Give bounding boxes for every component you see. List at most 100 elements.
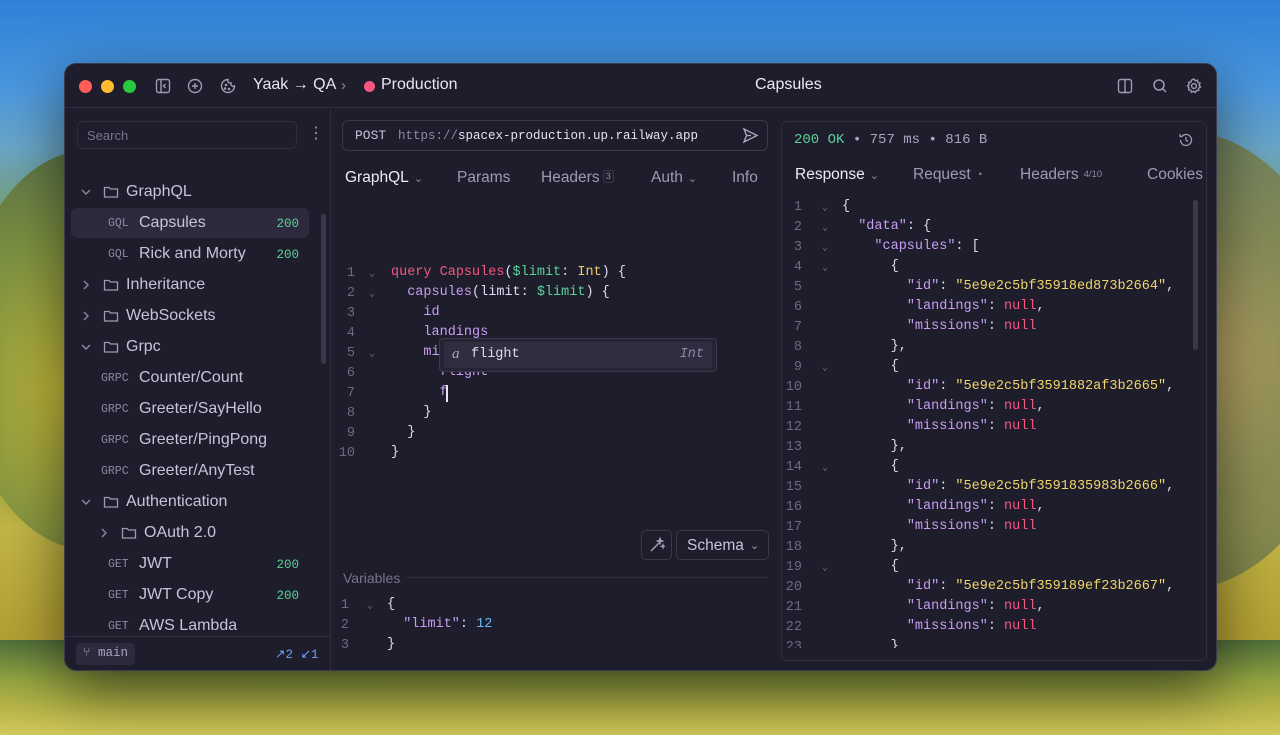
url-input[interactable]: https://spacex-production.up.railway.app (398, 129, 698, 143)
sidebar-request-rick-and-morty[interactable]: GQL Rick and Morty 200 (71, 239, 309, 269)
tab-params[interactable]: Params (457, 169, 510, 187)
sidebar-search-input[interactable]: Search (77, 121, 297, 149)
sidebar-folder-inheritance[interactable]: Inheritance (71, 270, 309, 300)
tab-response-headers[interactable]: Headers 4/10 (1020, 166, 1102, 184)
fold-icon[interactable]: ⌄ (822, 462, 828, 474)
sidebar-item-label: Inheritance (126, 276, 206, 293)
fold-icon[interactable]: ⌄ (822, 562, 828, 574)
history-icon[interactable] (1178, 132, 1194, 148)
sidebar-folder-websockets[interactable]: WebSockets (71, 301, 309, 331)
sidebar-request-greeter-pingpong[interactable]: GRPC Greeter/PingPong (71, 425, 309, 455)
close-window-button[interactable] (79, 80, 92, 93)
autocomplete-popup: a flight Int (439, 338, 717, 372)
fold-icon[interactable]: ⌄ (822, 222, 828, 234)
method-selector[interactable]: POST (355, 128, 386, 143)
code-line: { (890, 459, 899, 474)
code-line: { (890, 259, 899, 274)
tab-info[interactable]: Info (732, 169, 758, 187)
line-number: 5 (346, 346, 355, 361)
chevron-right-icon[interactable] (79, 309, 93, 323)
add-icon[interactable] (186, 77, 204, 95)
url-bar[interactable]: POST https://spacex-production.up.railwa… (342, 120, 768, 151)
more-options-icon[interactable]: ⋮ (308, 126, 324, 142)
git-sync-status[interactable]: ↗2 ↙1 (275, 646, 318, 662)
sidebar-item-label: AWS Lambda (139, 617, 238, 634)
chevron-down-icon[interactable] (79, 185, 93, 199)
chevron-right-icon[interactable] (97, 526, 111, 540)
method-badge: GQL (108, 248, 129, 261)
workspace-selector[interactable]: Yaak → QA (253, 76, 336, 94)
minimize-window-button[interactable] (101, 80, 114, 93)
sidebar-request-jwt[interactable]: GET JWT 200 (71, 549, 309, 579)
tab-label: GraphQL (345, 169, 409, 186)
autocomplete-type: Int (679, 347, 704, 362)
code-line: id (423, 305, 440, 320)
code-line: "data": { (858, 219, 932, 234)
response-tabs: Response ⌄ Request • Headers 4/10 Cookies (782, 162, 1206, 190)
gear-icon[interactable] (1185, 77, 1203, 95)
tab-graphql[interactable]: GraphQL ⌄ (345, 169, 423, 187)
response-size: 816 B (945, 132, 988, 148)
maximize-window-button[interactable] (123, 80, 136, 93)
tab-response[interactable]: Response ⌄ (795, 166, 879, 184)
fold-icon[interactable]: ⌄ (822, 362, 828, 374)
tab-request[interactable]: Request • (913, 166, 982, 184)
status-badge: 200 (276, 217, 299, 231)
sidebar-request-greeter-anytest[interactable]: GRPC Greeter/AnyTest (71, 456, 309, 486)
autocomplete-label: flight (471, 347, 520, 362)
sidebar-toggle-icon[interactable] (154, 77, 172, 95)
chevron-down-icon[interactable] (79, 340, 93, 354)
line-number: 9 (346, 426, 355, 441)
sidebar-item-label: Authentication (126, 493, 228, 510)
sidebar-folder-authentication[interactable]: Authentication (71, 487, 309, 517)
line-number: 6 (793, 300, 802, 315)
environment-selector[interactable]: Production (381, 76, 458, 94)
line-number: 1 (346, 266, 355, 281)
line-number: 16 (785, 500, 802, 515)
git-branch-button[interactable]: ⑂ main (76, 643, 136, 665)
fold-icon[interactable]: ⌄ (369, 348, 375, 360)
response-scrollbar[interactable] (1193, 200, 1198, 350)
send-icon[interactable] (742, 127, 759, 144)
tab-headers[interactable]: Headers 3 (541, 169, 614, 187)
sidebar-folder-oauth-2-0[interactable]: OAuth 2.0 (71, 518, 309, 548)
chevron-down-icon[interactable] (79, 495, 93, 509)
code-line: }, (890, 439, 907, 454)
fold-icon[interactable]: ⌄ (369, 268, 375, 280)
format-query-button[interactable] (641, 530, 672, 560)
tab-auth[interactable]: Auth ⌄ (651, 169, 697, 187)
sidebar-scrollbar[interactable] (321, 214, 326, 364)
split-layout-icon[interactable] (1116, 77, 1134, 95)
search-icon[interactable] (1151, 77, 1169, 95)
folder-icon (103, 308, 119, 324)
sidebar-request-greeter-sayhello[interactable]: GRPC Greeter/SayHello (71, 394, 309, 424)
line-number: 15 (785, 480, 802, 495)
response-body-viewer[interactable]: 1 ⌄ { 2 ⌄ "data": { 3 ⌄ "capsules": [ 4 … (782, 198, 1192, 648)
cookie-icon[interactable] (219, 77, 237, 95)
fold-icon[interactable]: ⌄ (367, 600, 373, 612)
fold-icon[interactable]: ⌄ (822, 262, 828, 274)
schema-button[interactable]: Schema ⌄ (676, 530, 769, 560)
sidebar-item-label: Greeter/PingPong (139, 431, 268, 448)
fold-icon[interactable]: ⌄ (822, 202, 828, 214)
sidebar-folder-grpc[interactable]: Grpc (71, 332, 309, 362)
line-number: 19 (785, 560, 802, 575)
line-number: 14 (785, 460, 802, 475)
sidebar-folder-graphql[interactable]: GraphQL (71, 177, 309, 207)
sidebar: Search ⋮ GraphQL GQL Capsules 200 GQL Rick an… (65, 109, 331, 670)
tab-label: Headers (1020, 166, 1079, 183)
tab-label: Info (732, 169, 758, 186)
sidebar-item-label: JWT (139, 555, 172, 572)
sidebar-request-jwt-copy[interactable]: GET JWT Copy 200 (71, 580, 309, 610)
fold-icon[interactable]: ⌄ (822, 242, 828, 254)
line-number: 13 (785, 440, 802, 455)
sidebar-request-counter-count[interactable]: GRPC Counter/Count (71, 363, 309, 393)
sidebar-request-capsules[interactable]: GQL Capsules 200 (71, 208, 309, 238)
chevron-down-icon: ⌄ (869, 170, 880, 182)
autocomplete-item[interactable]: a flight Int (444, 342, 712, 368)
tab-cookies[interactable]: Cookies (1147, 166, 1203, 184)
chevron-right-icon[interactable] (79, 278, 93, 292)
fold-icon[interactable]: ⌄ (369, 288, 375, 300)
chevron-right-icon: › (341, 77, 346, 94)
status-badge: 200 (276, 589, 299, 603)
